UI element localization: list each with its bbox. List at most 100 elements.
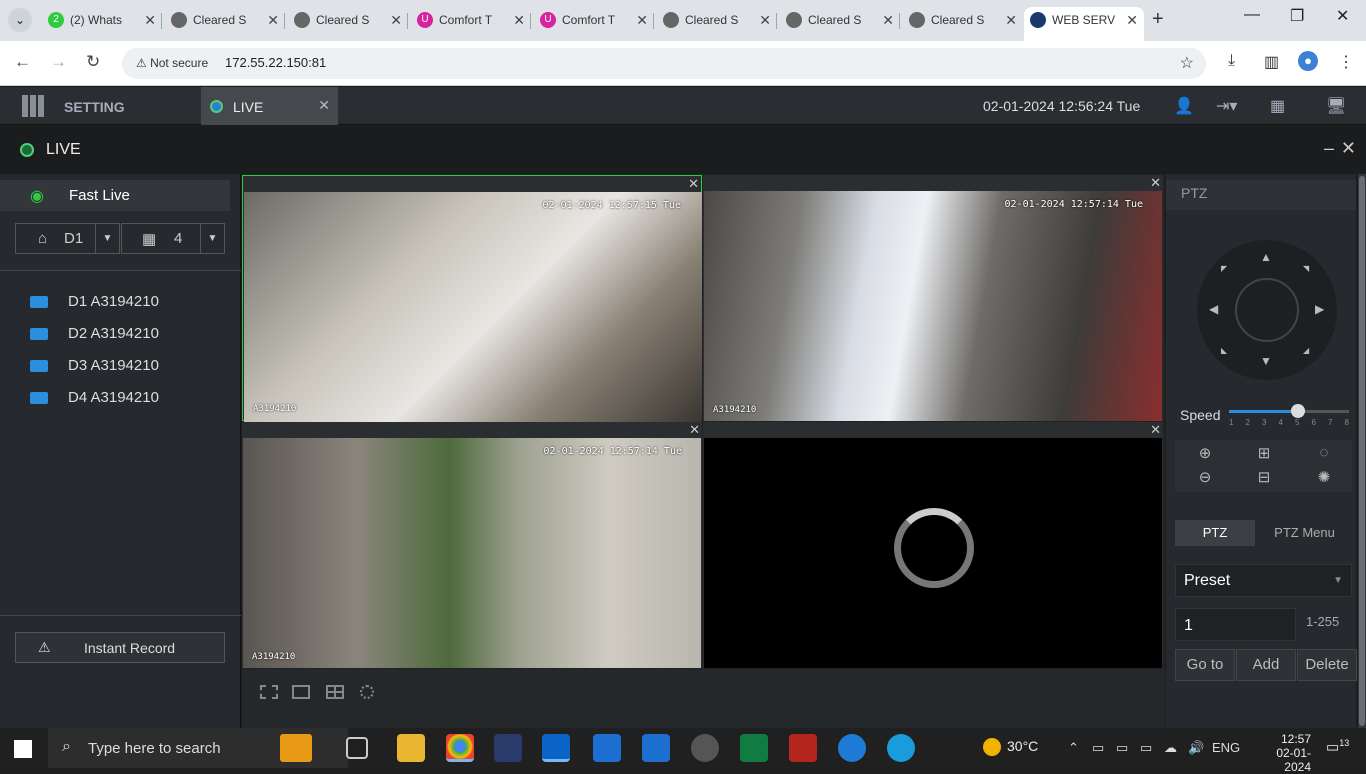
arrow-up-right-icon[interactable]: ◥	[1303, 264, 1309, 273]
ptz-scrollbar[interactable]	[1358, 174, 1366, 728]
notification-center-icon[interactable]: ▭13	[1326, 738, 1349, 756]
close-tab-icon[interactable]: ✕	[636, 7, 648, 33]
close-tab-icon[interactable]: ✕	[513, 7, 525, 33]
preset-select[interactable]: Preset ▼	[1175, 564, 1352, 597]
arrow-down-icon[interactable]: ▼	[1260, 354, 1272, 368]
video-feed[interactable]	[704, 438, 1162, 668]
video-pane[interactable]: ✕ 02-01-2024 12:57:14 Tue A3194210	[242, 422, 702, 668]
setting-button[interactable]: SETTING	[64, 99, 125, 115]
internet-explorer-icon[interactable]	[838, 734, 866, 762]
fullscreen-icon[interactable]	[260, 685, 278, 699]
focus-far-icon[interactable]: ⊟	[1249, 468, 1279, 486]
quad-view-icon[interactable]	[326, 685, 344, 699]
app-window-icon[interactable]	[593, 734, 621, 762]
arrow-right-icon[interactable]: ▶	[1315, 302, 1324, 316]
close-live-tab-icon[interactable]: ✕	[318, 97, 330, 114]
close-pane-icon[interactable]: ✕	[688, 176, 699, 192]
arrow-up-icon[interactable]: ▲	[1260, 250, 1272, 264]
browser-tab[interactable]: U Comfort T ✕	[411, 7, 531, 41]
video-feed[interactable]	[704, 191, 1162, 421]
speed-slider[interactable]	[1229, 404, 1349, 418]
arrow-down-right-icon[interactable]: ◢	[1303, 346, 1309, 355]
logout-icon[interactable]: ⇥▾	[1216, 96, 1237, 116]
iris-open-icon[interactable]: ◌	[1309, 444, 1339, 461]
arrow-left-icon[interactable]: ◀	[1209, 302, 1218, 316]
browser-tab[interactable]: Cleared S ✕	[657, 7, 777, 41]
brightness-icon[interactable]	[360, 685, 374, 699]
minimize-panel-icon[interactable]: –	[1324, 138, 1334, 159]
close-tab-icon[interactable]: ✕	[267, 7, 279, 33]
tray-app-icon[interactable]: ▭	[1140, 740, 1152, 756]
edge-icon[interactable]	[887, 734, 915, 762]
browser-tab[interactable]: 2 (2) Whats ✕	[42, 7, 162, 41]
minimize-window-button[interactable]: —	[1244, 6, 1260, 24]
reload-button[interactable]: ↻	[86, 52, 100, 72]
ptz-center-button[interactable]	[1235, 278, 1299, 342]
video-pane[interactable]: ✕ 02-01-2024 12:57:15 Tue A3194210	[242, 175, 702, 422]
tab-ptz[interactable]: PTZ	[1175, 520, 1255, 546]
browser-tab[interactable]: Cleared S ✕	[288, 7, 408, 41]
close-tab-icon[interactable]: ✕	[1126, 7, 1138, 33]
tab-search-button[interactable]: ⌄	[8, 8, 32, 32]
tray-app-icon[interactable]: ▭	[1092, 740, 1104, 756]
preset-number-input[interactable]: 1	[1175, 608, 1296, 641]
language-indicator[interactable]: ENG	[1212, 740, 1240, 755]
app-window-icon[interactable]	[642, 734, 670, 762]
back-button[interactable]: ←	[14, 52, 31, 72]
video-feed[interactable]	[244, 192, 702, 422]
chrome-icon[interactable]	[446, 734, 474, 762]
close-pane-icon[interactable]: ✕	[689, 422, 700, 438]
network-icon[interactable]: ☁	[1164, 740, 1177, 756]
profile-avatar[interactable]: ●	[1298, 51, 1318, 71]
monitor-icon[interactable]: 🖥	[1326, 96, 1346, 116]
ptz-joystick[interactable]: ▲ ▼ ◀ ▶ ◤ ◥ ◣ ◢	[1197, 240, 1337, 380]
app-icon[interactable]	[789, 734, 817, 762]
forward-button[interactable]: →	[50, 52, 67, 72]
tab-live[interactable]: LIVE ✕	[201, 87, 338, 125]
close-window-button[interactable]: ✕	[1336, 6, 1349, 26]
browser-tab-active[interactable]: WEB SERV ✕	[1024, 7, 1144, 41]
new-tab-button[interactable]: +	[1152, 8, 1164, 31]
taskbar-search[interactable]: ⌕ Type here to search	[48, 728, 348, 768]
fast-live-item[interactable]: ◉ Fast Live	[0, 180, 230, 211]
windows-start-icon[interactable]	[14, 740, 32, 758]
url-text[interactable]: 172.55.22.150:81	[225, 55, 326, 70]
close-tab-icon[interactable]: ✕	[390, 7, 402, 33]
download-icon[interactable]: ⤓	[1228, 52, 1235, 70]
not-secure-badge[interactable]: ⚠ Not secure	[130, 53, 214, 73]
excel-icon[interactable]	[740, 734, 768, 762]
speed-slider-handle[interactable]	[1290, 404, 1305, 418]
arrow-up-left-icon[interactable]: ◤	[1221, 264, 1227, 273]
browser-tab[interactable]: Cleared S ✕	[780, 7, 900, 41]
settings-gear-icon[interactable]	[691, 734, 719, 762]
close-tab-icon[interactable]: ✕	[1005, 7, 1017, 33]
focus-near-icon[interactable]: ⊞	[1249, 444, 1279, 462]
address-bar[interactable]: ⚠ Not secure 172.55.22.150:81 ☆	[122, 48, 1206, 79]
browser-tab[interactable]: U Comfort T ✕	[534, 7, 654, 41]
user-icon[interactable]: 👤	[1174, 96, 1194, 116]
add-button[interactable]: Add	[1236, 649, 1296, 681]
show-hidden-icons[interactable]: ⌃	[1068, 740, 1079, 756]
volume-icon[interactable]: 🔊	[1188, 740, 1204, 756]
outlook-icon[interactable]	[542, 734, 570, 762]
delete-button[interactable]: Delete	[1297, 649, 1357, 681]
layout-select[interactable]: ▦ 4 ▼	[121, 223, 225, 254]
browser-menu-icon[interactable]: ⋮	[1338, 52, 1354, 72]
scrollbar-thumb[interactable]	[1359, 176, 1365, 726]
qr-code-icon[interactable]: ▦	[1270, 96, 1285, 116]
close-tab-icon[interactable]: ✕	[882, 7, 894, 33]
video-feed[interactable]	[243, 438, 701, 668]
close-tab-icon[interactable]: ✕	[144, 7, 156, 33]
browser-tab[interactable]: Cleared S ✕	[903, 7, 1023, 41]
zoom-in-icon[interactable]: ⊕	[1190, 444, 1220, 462]
task-view-icon[interactable]	[346, 737, 368, 759]
file-explorer-icon[interactable]	[397, 734, 425, 762]
video-pane[interactable]: ✕	[703, 422, 1163, 668]
video-pane[interactable]: ✕ 02-01-2024 12:57:14 Tue A3194210	[703, 175, 1163, 421]
close-pane-icon[interactable]: ✕	[1150, 175, 1161, 191]
close-tab-icon[interactable]: ✕	[759, 7, 771, 33]
device-select[interactable]: ⌂ D1 ▼	[15, 223, 120, 254]
close-pane-icon[interactable]: ✕	[1150, 422, 1161, 438]
arrow-down-left-icon[interactable]: ◣	[1221, 346, 1227, 355]
side-panel-icon[interactable]: ▥	[1264, 52, 1279, 72]
